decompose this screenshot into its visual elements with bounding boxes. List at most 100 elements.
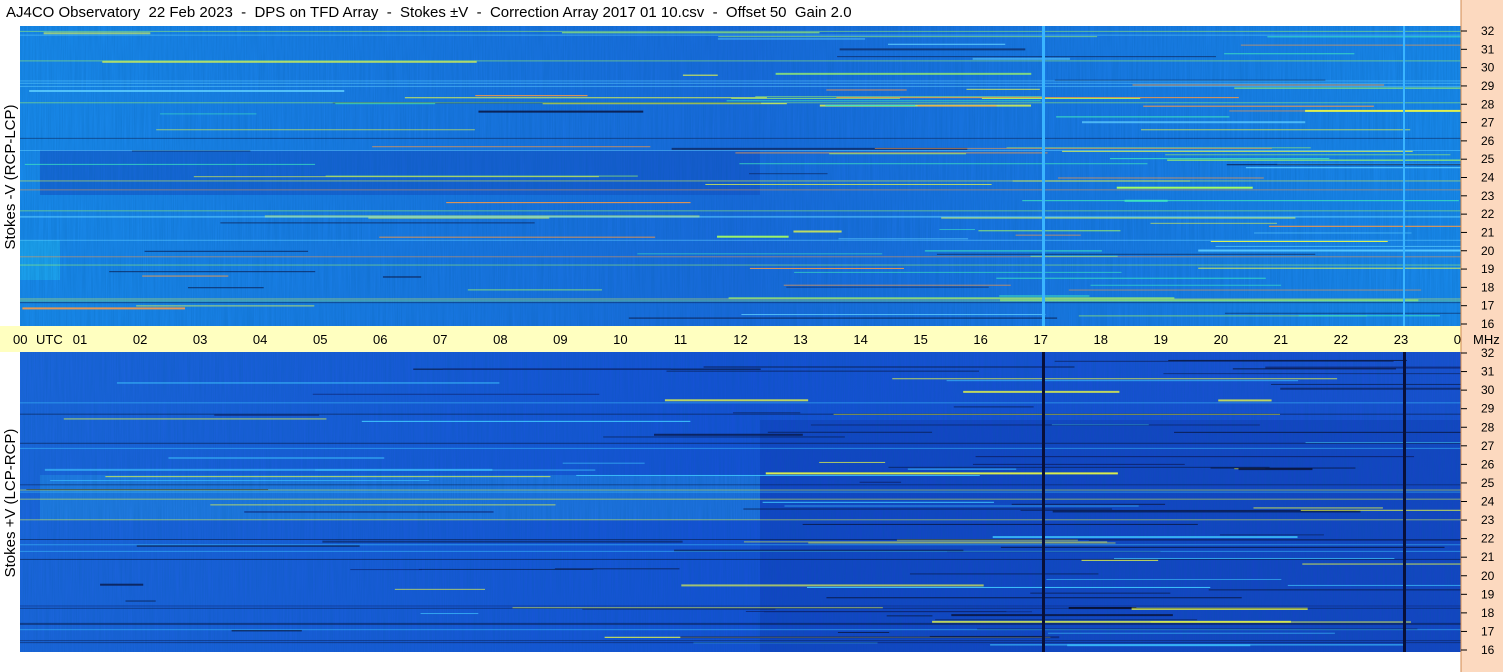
bottom-line-140 [244, 511, 494, 513]
bottom-line-144 [1232, 368, 1396, 370]
utc-tick-4: 04 [253, 332, 267, 347]
bottom-line-65 [666, 370, 980, 372]
freq-top-tick-21: 21 [1481, 225, 1495, 239]
top-full-line-12 [20, 150, 1461, 152]
bottom-line-168 [315, 469, 596, 471]
bottom-line-103 [765, 472, 1118, 475]
bottom-line-71 [576, 474, 980, 476]
bottom-line-120 [394, 588, 485, 590]
top-full-line-10 [20, 239, 1461, 241]
bottom-full-line-5 [20, 550, 1461, 552]
bottom-line-123 [1208, 589, 1461, 591]
bottom-line-50 [350, 569, 422, 571]
panel-top-label: Stokes -V (RCP-LCP) [2, 104, 19, 250]
top-full-line-17 [20, 264, 1461, 266]
top-line-40 [739, 163, 1148, 165]
top-full-line-3 [20, 30, 1461, 32]
freq-bottom-tick-17: 17 [1481, 624, 1495, 638]
top-full-line-1 [20, 82, 1461, 84]
bottom-line-115 [886, 615, 933, 617]
top-line-144 [887, 43, 1006, 45]
freq-bottom-tick-32: 32 [1481, 346, 1495, 360]
bottom-line-152 [810, 424, 1260, 426]
top-line-120 [1245, 167, 1461, 169]
bottom-line-7 [582, 608, 776, 610]
top-line-146 [1124, 199, 1168, 202]
bottom-line-135 [909, 573, 1099, 575]
bottom-line-28 [1067, 644, 1251, 647]
panel-bottom-noise [20, 352, 1461, 652]
freq-bottom-tick-29: 29 [1481, 402, 1495, 416]
bottom-line-15 [100, 583, 144, 586]
top-line-168 [637, 253, 883, 255]
utc-unit-label: UTC [36, 332, 63, 347]
bottom-line-83 [231, 630, 302, 632]
panel-bottom-vertical-line-23 [1403, 352, 1406, 652]
utc-time-bar [0, 326, 1461, 352]
bottom-full-line-6 [20, 640, 1461, 642]
bottom-line-106 [1218, 399, 1272, 402]
bottom-line-82 [125, 600, 156, 602]
bottom-full-line-14 [20, 607, 1461, 609]
top-line-45 [478, 110, 644, 113]
top-line-118 [717, 235, 789, 238]
bottom-line-40 [732, 412, 801, 414]
bottom-full-line-8 [20, 442, 1461, 444]
top-line-80 [43, 32, 151, 35]
freq-bottom-tick-30: 30 [1481, 383, 1495, 397]
top-line-21 [404, 97, 767, 99]
freq-bottom-tick-19: 19 [1481, 587, 1495, 601]
bottom-full-line-1 [20, 605, 1461, 607]
bottom-line-79 [1000, 546, 1445, 548]
bottom-line-167 [946, 380, 1299, 382]
top-line-117 [1057, 177, 1264, 179]
top-full-line-19 [20, 80, 1461, 82]
panel-top [20, 26, 1461, 326]
utc-tick-16: 16 [973, 332, 987, 347]
top-line-3 [1240, 44, 1461, 46]
bottom-line-6 [767, 431, 933, 433]
top-line-92 [335, 103, 436, 105]
top-line-43 [836, 97, 1239, 99]
freq-top-tick-17: 17 [1481, 299, 1495, 313]
top-full-line-18 [20, 215, 1461, 217]
top-line-134 [837, 56, 1216, 58]
top-line-33 [1167, 159, 1461, 161]
bottom-line-35 [784, 505, 1139, 507]
top-line-149 [1215, 245, 1461, 247]
top-line-42 [717, 38, 866, 40]
top-line-46 [379, 236, 656, 238]
top-line-60 [939, 229, 976, 231]
bottom-line-80 [1011, 503, 1166, 505]
bottom-full-line-11 [20, 623, 1461, 625]
freq-bottom-tick-26: 26 [1481, 457, 1495, 471]
top-full-line-14 [20, 102, 1461, 104]
bottom-line-25 [554, 568, 680, 570]
bottom-line-44 [1219, 534, 1324, 536]
bottom-line-56 [1150, 621, 1411, 623]
bottom-line-151 [743, 541, 1108, 543]
top-full-line-0 [20, 180, 1461, 182]
freq-bottom-tick-24: 24 [1481, 495, 1495, 509]
freq-bottom-tick-25: 25 [1481, 476, 1495, 490]
freq-top-tick-31: 31 [1481, 42, 1495, 56]
bottom-line-48 [603, 436, 845, 438]
top-line-109 [874, 147, 1272, 149]
panel-bottom-vertical-line-17 [1042, 352, 1045, 652]
bottom-line-158 [681, 584, 984, 587]
freq-top-tick-16: 16 [1481, 317, 1495, 331]
top-line-106 [826, 89, 907, 91]
bottom-line-16 [664, 399, 809, 402]
freq-bottom-tick-18: 18 [1481, 606, 1495, 620]
top-line-0 [749, 173, 828, 175]
bottom-line-148 [745, 610, 1007, 612]
bottom-line-131 [1253, 507, 1383, 509]
top-line-36 [981, 97, 1141, 99]
freq-top-tick-24: 24 [1481, 171, 1495, 185]
top-line-101 [1298, 315, 1440, 317]
bottom-full-line-15 [20, 402, 1461, 404]
utc-tick-17: 17 [1033, 332, 1047, 347]
bottom-line-94 [892, 378, 1338, 380]
bottom-line-69 [116, 382, 500, 384]
top-line-145 [1116, 186, 1253, 189]
